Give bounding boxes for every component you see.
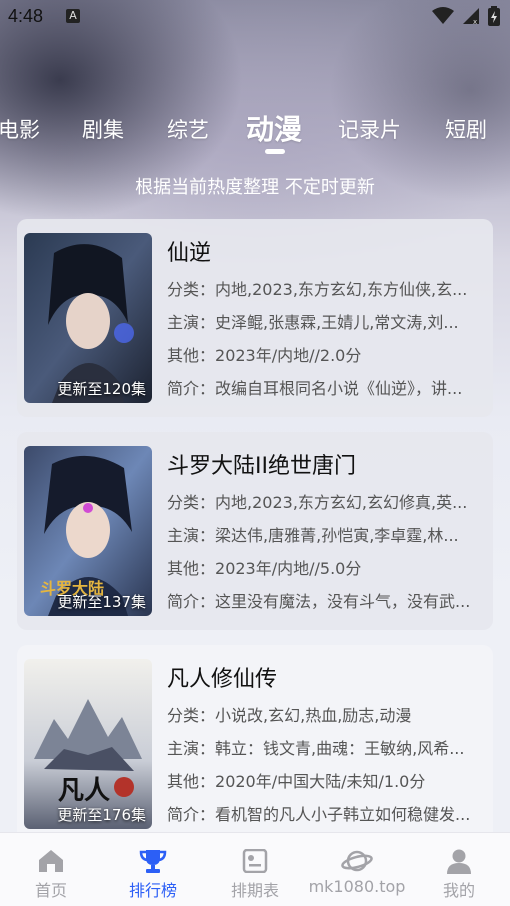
category-label: 分类： bbox=[167, 493, 216, 512]
list-item[interactable]: 更新至120集 仙逆 分类：内地,2023,东方玄幻,东方仙侠,玄... 主演：… bbox=[17, 219, 493, 417]
nav-profile[interactable]: 我的 bbox=[409, 847, 509, 901]
other-value: 2023年/内地//5.0分 bbox=[215, 559, 362, 578]
other-label: 其他： bbox=[167, 772, 216, 791]
other-label: 其他： bbox=[167, 559, 216, 578]
planet-icon bbox=[341, 850, 373, 872]
cast-label: 主演： bbox=[167, 526, 216, 545]
item-title[interactable]: 仙逆 bbox=[167, 235, 211, 267]
item-category: 分类：内地,2023,东方玄幻,东方仙侠,玄... bbox=[167, 276, 487, 300]
category-value: 内地,2023,东方玄幻,玄幻修真,英... bbox=[215, 493, 468, 512]
intro-value: 这里没有魔法，没有斗气，没有武... bbox=[215, 592, 471, 611]
intro-label: 简介： bbox=[167, 379, 216, 398]
tab-movie[interactable]: 电影 bbox=[0, 114, 40, 144]
bottom-navigation: 首页 排行榜 排期表 mk1080.top 我的 bbox=[0, 832, 510, 906]
nav-profile-label: 我的 bbox=[442, 881, 475, 900]
trophy-icon bbox=[139, 850, 167, 873]
item-category: 分类：小说改,玄幻,热血,励志,动漫 bbox=[167, 702, 487, 726]
category-label: 分类： bbox=[167, 280, 216, 299]
cast-label: 主演： bbox=[167, 739, 216, 758]
nav-schedule-label: 排期表 bbox=[230, 881, 279, 900]
intro-value: 改编自耳根同名小说《仙逆》，讲... bbox=[215, 379, 463, 398]
other-value: 2023年/内地//2.0分 bbox=[215, 346, 362, 365]
svg-text:凡人: 凡人 bbox=[58, 776, 110, 806]
category-tabs: 电影 剧集 综艺 动漫 记录片 短剧 bbox=[0, 108, 510, 148]
nav-ranking-label: 排行榜 bbox=[128, 881, 177, 900]
list-item[interactable]: 凡人 更新至176集 凡人修仙传 分类：小说改,玄幻,热血,励志,动漫 主演：韩… bbox=[17, 645, 493, 845]
intro-value: 看机智的凡人小子韩立如何稳健发... bbox=[215, 805, 471, 824]
item-other: 其他：2023年/内地//5.0分 bbox=[167, 555, 487, 579]
user-icon bbox=[447, 849, 471, 874]
intro-label: 简介： bbox=[167, 805, 216, 824]
tab-anime[interactable]: 动漫 bbox=[246, 108, 302, 148]
category-value: 小说改,玄幻,热血,励志,动漫 bbox=[215, 706, 412, 725]
item-cast: 主演：史泽鲲,张惠霖,王婧儿,常文涛,刘... bbox=[167, 309, 487, 333]
item-other: 其他：2020年/中国大陆/未知/1.0分 bbox=[167, 768, 487, 792]
intro-label: 简介： bbox=[167, 592, 216, 611]
category-label: 分类： bbox=[167, 706, 216, 725]
other-label: 其他： bbox=[167, 346, 216, 365]
cast-value: 韩立：钱文青,曲魂：王敏纳,风希... bbox=[215, 739, 465, 758]
nav-home[interactable]: 首页 bbox=[1, 847, 101, 901]
item-title[interactable]: 斗罗大陆II绝世唐门 bbox=[167, 448, 356, 480]
tab-short-drama[interactable]: 短剧 bbox=[445, 114, 487, 144]
cast-value: 梁达伟,唐雅菁,孙恺寅,李卓霆,林... bbox=[215, 526, 459, 545]
item-intro: 简介：改编自耳根同名小说《仙逆》，讲... bbox=[167, 375, 487, 399]
schedule-icon bbox=[242, 849, 268, 873]
status-icons: x bbox=[432, 6, 500, 26]
nav-ranking[interactable]: 排行榜 bbox=[103, 847, 203, 901]
tab-indicator bbox=[265, 149, 285, 154]
item-category: 分类：内地,2023,东方玄幻,玄幻修真,英... bbox=[167, 489, 487, 513]
other-value: 2020年/中国大陆/未知/1.0分 bbox=[215, 772, 426, 791]
wifi-icon bbox=[432, 7, 454, 24]
tab-variety[interactable]: 综艺 bbox=[167, 114, 209, 144]
ranking-subtitle: 根据当前热度整理 不定时更新 bbox=[135, 177, 375, 198]
cast-value: 史泽鲲,张惠霖,王婧儿,常文涛,刘... bbox=[215, 313, 459, 332]
home-icon bbox=[39, 850, 63, 872]
poster-image[interactable]: 更新至120集 bbox=[24, 233, 152, 403]
item-title[interactable]: 凡人修仙传 bbox=[167, 661, 277, 693]
item-other: 其他：2023年/内地//2.0分 bbox=[167, 342, 487, 366]
status-time: 4:48 bbox=[8, 6, 44, 26]
nav-site-label: mk1080.top bbox=[308, 877, 406, 896]
nav-home-label: 首页 bbox=[34, 881, 67, 900]
episode-status: 更新至137集 bbox=[57, 593, 146, 611]
poster-image[interactable]: 斗罗大陆 更新至137集 bbox=[24, 446, 152, 616]
tab-documentary[interactable]: 记录片 bbox=[338, 114, 401, 144]
signal-icon: x bbox=[463, 8, 479, 25]
poster-image[interactable]: 凡人 更新至176集 bbox=[24, 659, 152, 829]
episode-status: 更新至120集 bbox=[57, 380, 146, 398]
item-intro: 简介：这里没有魔法，没有斗气，没有武... bbox=[167, 588, 487, 612]
cast-label: 主演： bbox=[167, 313, 216, 332]
battery-icon bbox=[488, 6, 500, 26]
tab-series[interactable]: 剧集 bbox=[82, 114, 124, 144]
item-cast: 主演：韩立：钱文青,曲魂：王敏纳,风希... bbox=[167, 735, 487, 759]
notification-a-icon: A bbox=[66, 9, 80, 23]
nav-schedule[interactable]: 排期表 bbox=[205, 847, 305, 901]
item-intro: 简介：看机智的凡人小子韩立如何稳健发... bbox=[167, 801, 487, 825]
item-cast: 主演：梁达伟,唐雅菁,孙恺寅,李卓霆,林... bbox=[167, 522, 487, 546]
status-bar: 4:48 A x bbox=[0, 0, 510, 34]
category-value: 内地,2023,东方玄幻,东方仙侠,玄... bbox=[215, 280, 468, 299]
svg-text:x: x bbox=[473, 18, 477, 25]
list-item[interactable]: 斗罗大陆 更新至137集 斗罗大陆II绝世唐门 分类：内地,2023,东方玄幻,… bbox=[17, 432, 493, 630]
nav-site[interactable]: mk1080.top bbox=[307, 847, 407, 896]
episode-status: 更新至176集 bbox=[57, 806, 146, 824]
